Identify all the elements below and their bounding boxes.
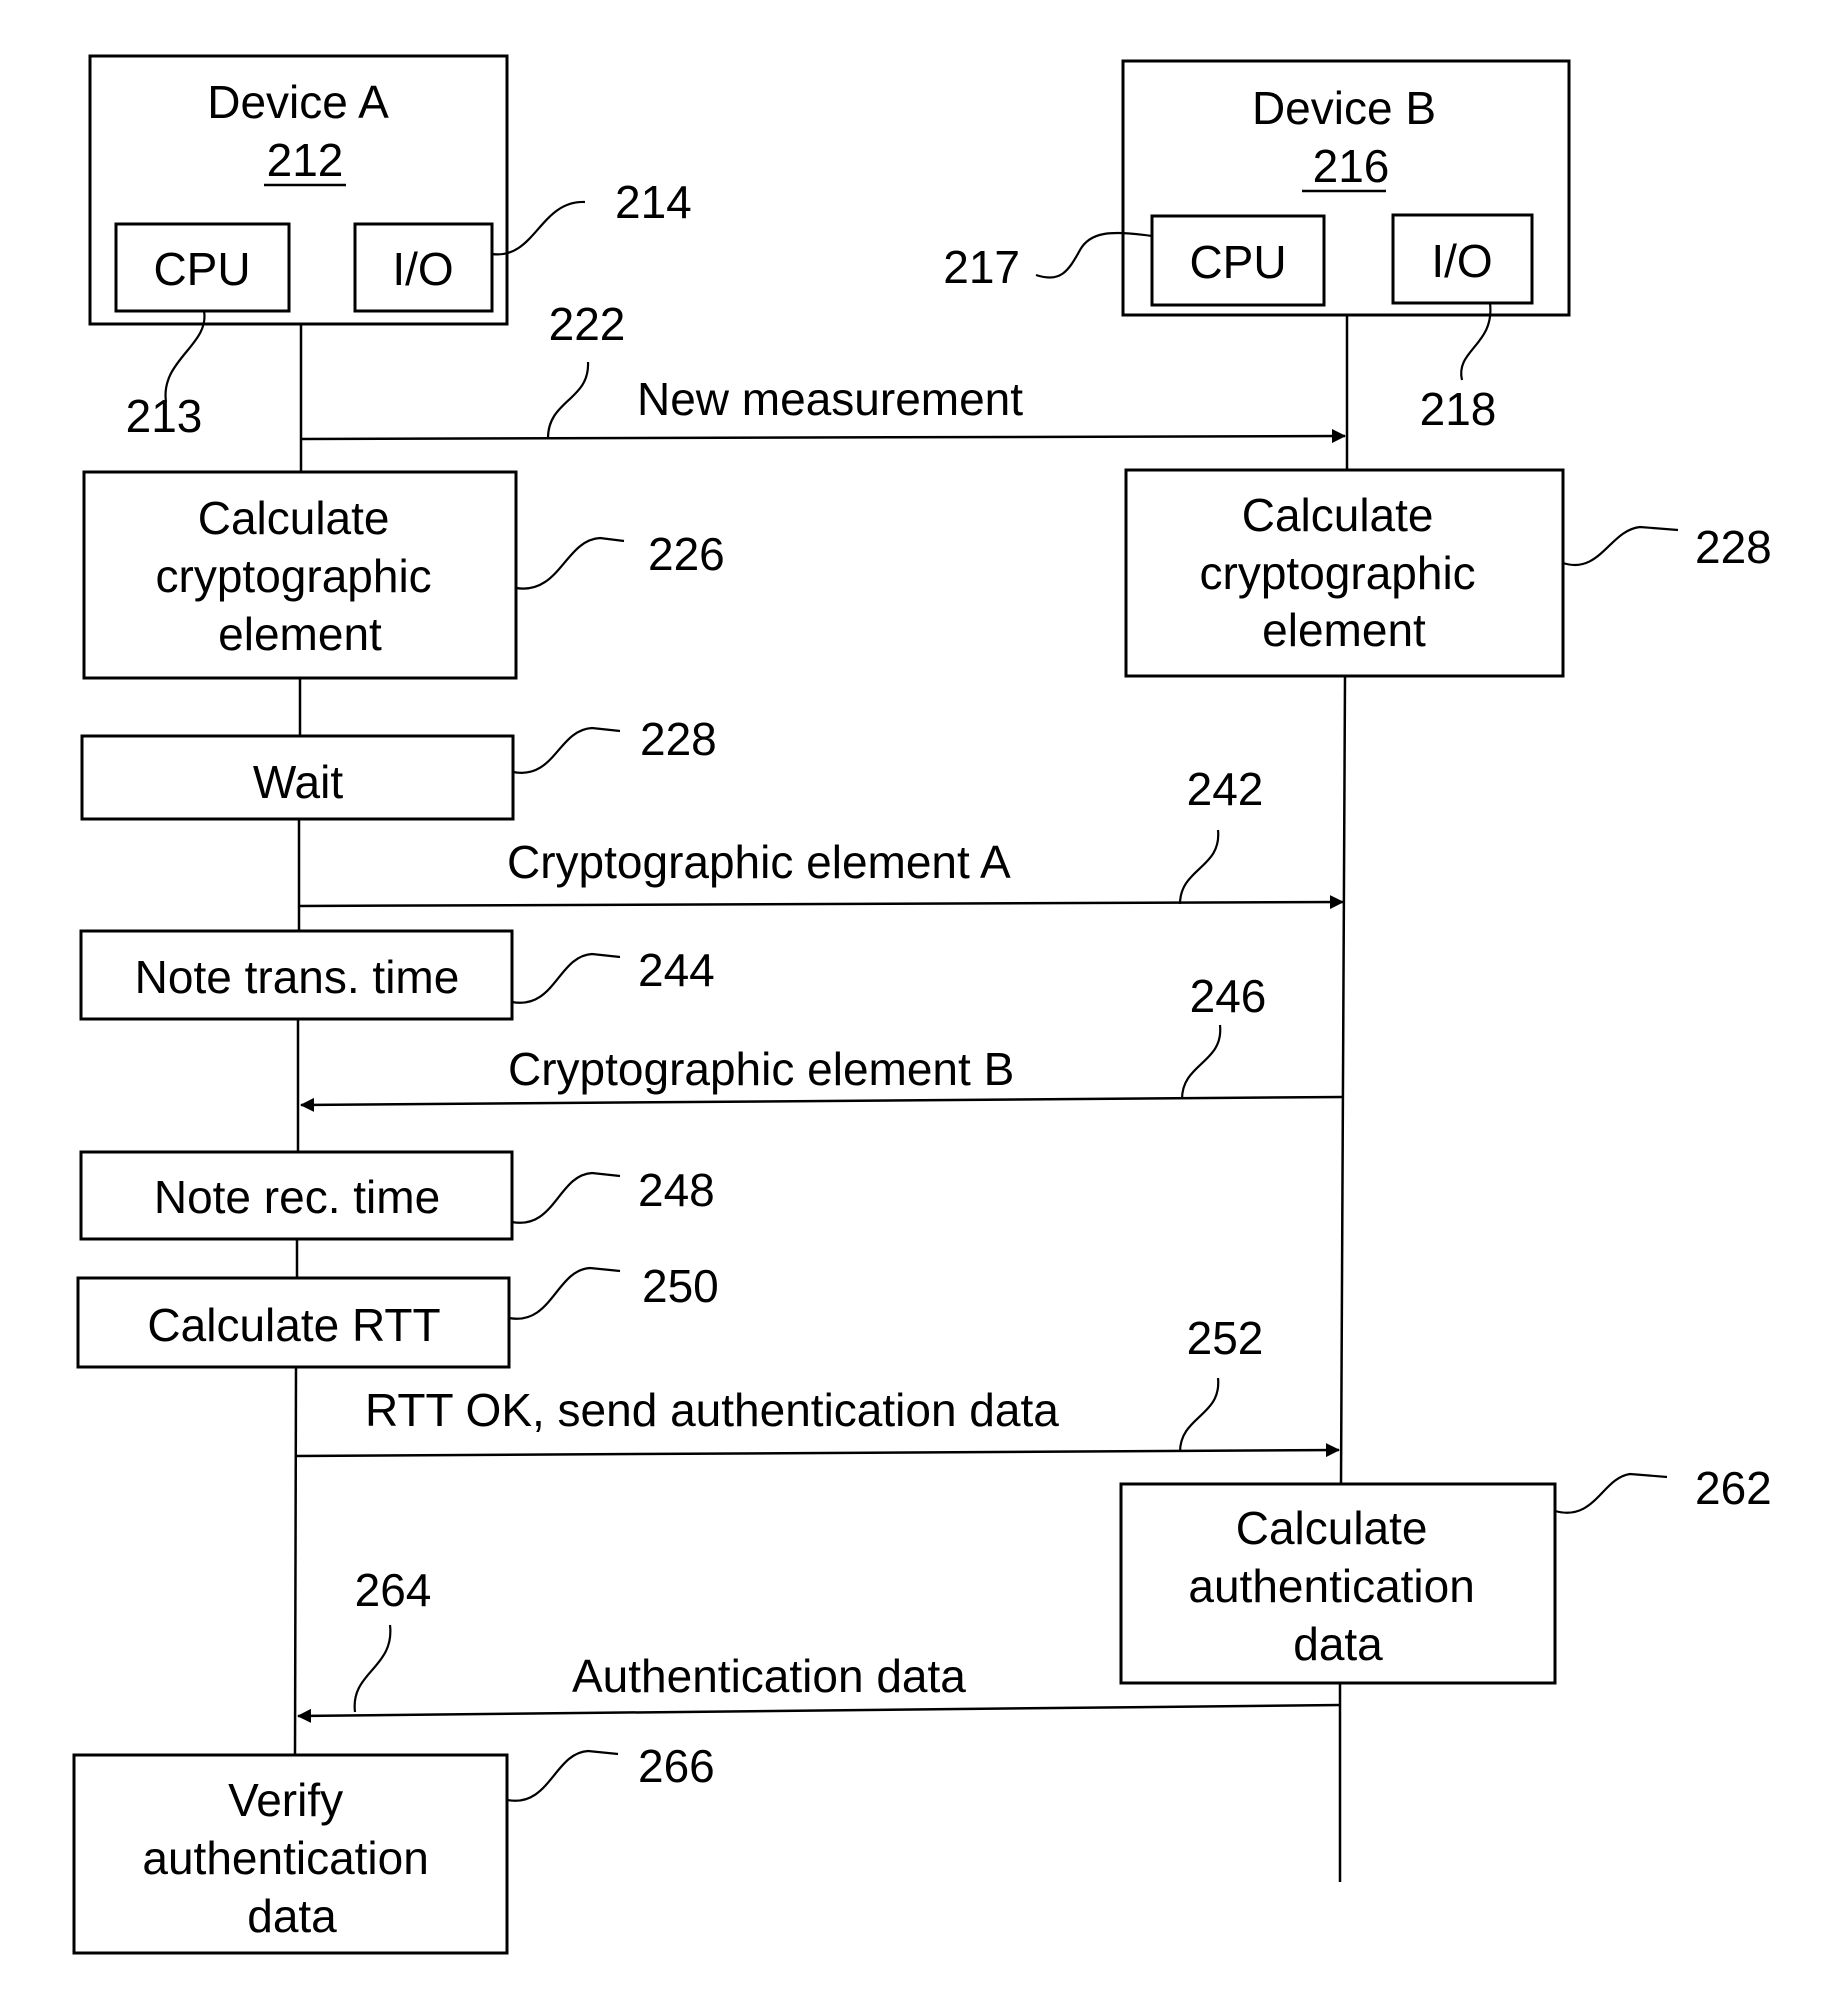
ref-leader-244 xyxy=(511,952,621,1004)
message-arrow xyxy=(295,1443,1340,1458)
step-label: Note trans. time xyxy=(135,951,460,1003)
ref-label-218: 218 xyxy=(1420,383,1497,435)
ref-leader-262 xyxy=(1554,1472,1668,1514)
step-calc-crypto-a: Calculate cryptographic element 226 xyxy=(82,470,725,680)
step-label: Wait xyxy=(253,756,344,808)
ref-label-213: 213 xyxy=(126,390,203,442)
ref-leader-248 xyxy=(511,1171,621,1224)
ref-label-264: 264 xyxy=(355,1564,432,1616)
message-label: New measurement xyxy=(637,373,1023,425)
ref-label-228-wait: 228 xyxy=(640,713,717,765)
device-a-name: Device A xyxy=(207,76,389,128)
ref-label-226: 226 xyxy=(648,528,725,580)
message-arrow xyxy=(300,429,1346,444)
ref-leader-228-wait xyxy=(512,726,621,774)
ref-label-228: 228 xyxy=(1695,521,1772,573)
step-label: Calculate RTT xyxy=(147,1299,440,1351)
step-note-rec-time: Note rec. time 248 xyxy=(79,1150,715,1241)
device-b-name: Device B xyxy=(1252,82,1436,134)
step-calc-auth-b: Calculate authentication data 262 xyxy=(1119,1462,1772,1685)
device-b-cpu-label: CPU xyxy=(1189,236,1286,288)
ref-label-266: 266 xyxy=(638,1740,715,1792)
step-wait: Wait 228 xyxy=(80,713,717,821)
message-arrow xyxy=(298,895,1344,910)
ref-label-262: 262 xyxy=(1695,1462,1772,1514)
device-b-io-label: I/O xyxy=(1431,235,1492,287)
lifeline-a-segment xyxy=(293,1366,298,1756)
step-note-trans-time: Note trans. time 244 xyxy=(79,929,715,1021)
message-label: Cryptographic element A xyxy=(507,836,1011,888)
ref-leader-242 xyxy=(1178,829,1220,905)
device-a-io-label: I/O xyxy=(392,243,453,295)
step-calc-crypto-b: Calculate cryptographic element 228 xyxy=(1124,468,1772,678)
device-a: Device A 212 CPU I/O 213 214 xyxy=(88,54,692,442)
device-a-ref: 212 xyxy=(267,134,344,186)
ref-leader-264 xyxy=(353,1624,392,1713)
message-arrow xyxy=(297,1703,1341,1723)
ref-leader-250 xyxy=(508,1266,621,1320)
ref-label-244: 244 xyxy=(638,944,715,996)
ref-leader-252 xyxy=(1178,1377,1220,1453)
step-calc-rtt: Calculate RTT 250 xyxy=(76,1260,719,1369)
ref-leader-266 xyxy=(506,1749,619,1802)
ref-label-217: 217 xyxy=(943,241,1020,293)
ref-label-252: 252 xyxy=(1187,1312,1264,1364)
ref-label-250: 250 xyxy=(642,1260,719,1312)
ref-label-214: 214 xyxy=(615,176,692,228)
message-label: RTT OK, send authentication data xyxy=(365,1384,1059,1436)
message-arrow xyxy=(300,1095,1344,1112)
step-verify-auth: Verify authentication data 266 xyxy=(72,1740,715,1955)
device-a-cpu-label: CPU xyxy=(153,243,250,295)
ref-leader-226 xyxy=(515,536,625,590)
ref-label-242: 242 xyxy=(1187,763,1264,815)
ref-label-246: 246 xyxy=(1190,970,1267,1022)
sequence-diagram: Device A 212 CPU I/O 213 214 Device B 21… xyxy=(72,54,1772,1955)
ref-leader-222 xyxy=(546,361,590,439)
message-label: Cryptographic element B xyxy=(508,1043,1014,1095)
ref-label-222: 222 xyxy=(549,298,626,350)
step-label: Note rec. time xyxy=(154,1171,440,1223)
device-b: Device B 216 CPU I/O 217 218 xyxy=(943,59,1571,435)
message-label: Authentication data xyxy=(572,1650,966,1702)
ref-label-248: 248 xyxy=(638,1164,715,1216)
ref-leader-246 xyxy=(1180,1024,1222,1100)
ref-leader-228 xyxy=(1562,525,1679,567)
lifeline-b-segment xyxy=(1339,675,1347,1485)
device-b-ref: 216 xyxy=(1313,140,1390,192)
